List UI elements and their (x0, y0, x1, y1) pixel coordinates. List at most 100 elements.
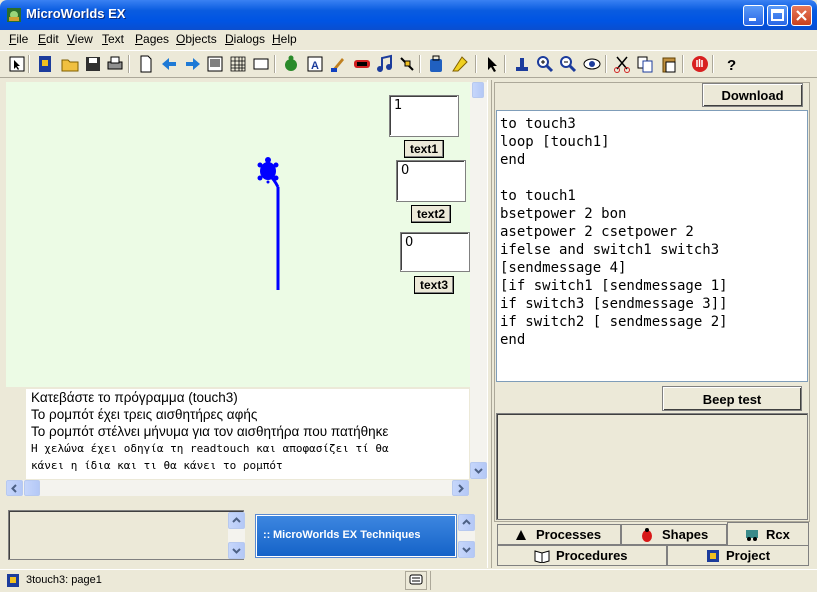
page-forward-button[interactable] (183, 54, 203, 74)
new-turtle-button[interactable] (281, 54, 301, 74)
status-panel (430, 571, 811, 590)
present-button[interactable] (205, 54, 225, 74)
new-page-button[interactable] (136, 54, 156, 74)
page-canvas[interactable]: 1 text1 0 text2 0 text3 (6, 82, 470, 387)
beep-test-button[interactable]: Beep test (662, 386, 802, 411)
print-button[interactable] (105, 54, 125, 74)
select-arrow-button[interactable] (482, 54, 502, 74)
microworlds-techniques-button[interactable]: :: MicroWorlds EX Techniques (256, 515, 456, 557)
menu-help[interactable]: Help (272, 32, 297, 46)
paint-button[interactable] (328, 54, 348, 74)
copy-button[interactable] (635, 54, 655, 74)
text-box-icon: A (307, 56, 323, 72)
text3-box[interactable]: 0 (400, 232, 470, 272)
command-center-line: Κατεβάστε το πρόγραμμα (touch3) (31, 390, 238, 405)
rcx-lower-pane (496, 413, 808, 520)
button-tool-button[interactable] (352, 54, 372, 74)
toolbar-separator (504, 55, 506, 73)
menu-edit[interactable]: Edit (38, 32, 59, 46)
page-horizontal-scrollbar[interactable] (6, 480, 469, 496)
text-box-button[interactable]: A (305, 54, 325, 74)
project-button[interactable] (35, 54, 55, 74)
save-button[interactable] (83, 54, 103, 74)
hatch-button[interactable] (450, 54, 470, 74)
download-button[interactable]: Download (702, 83, 803, 107)
scroll-right-button[interactable] (452, 480, 469, 496)
menu-label-rest: ialogs (233, 32, 266, 46)
fullscreen-button[interactable] (251, 54, 271, 74)
toolbar-separator (605, 55, 607, 73)
scroll-thumb-horizontal[interactable] (24, 480, 40, 496)
zoom-out-button[interactable] (558, 54, 578, 74)
paste-button[interactable] (659, 54, 679, 74)
stamp-icon (516, 58, 528, 71)
techniques-scrollbar[interactable] (458, 514, 475, 558)
page-back-button[interactable] (159, 54, 179, 74)
text1-label[interactable]: text1 (404, 140, 444, 158)
open-folder-icon (61, 59, 79, 72)
minimize-button[interactable] (743, 5, 764, 26)
command-center[interactable]: Κατεβάστε το πρόγραμμα (touch3) Το ρομπό… (26, 389, 469, 479)
chevron-up-icon (232, 517, 241, 523)
scroll-up-button[interactable] (458, 514, 475, 531)
pane-splitter[interactable] (487, 80, 492, 568)
chevron-up-icon (462, 519, 471, 525)
zoom-in-button[interactable] (535, 54, 555, 74)
help-button[interactable]: ? (721, 54, 741, 74)
maximize-button[interactable] (767, 5, 788, 26)
scroll-down-button[interactable] (228, 542, 245, 559)
menu-view[interactable]: View (67, 32, 93, 46)
open-folder-button[interactable] (60, 54, 80, 74)
scroll-left-button[interactable] (6, 480, 23, 496)
music-button[interactable] (375, 54, 395, 74)
select-arrow-icon (488, 57, 497, 72)
scroll-down-button[interactable] (458, 541, 475, 558)
pointer-small-button[interactable] (7, 54, 27, 74)
menu-text[interactable]: Text (102, 32, 124, 46)
menu-pages[interactable]: Pages (135, 32, 169, 46)
tab-rcx[interactable]: Rcx (727, 522, 809, 545)
command-center-toggle[interactable] (405, 571, 427, 590)
microworlds-app-icon (7, 8, 21, 22)
pointer-small-icon (9, 56, 25, 72)
zoom-in-icon (537, 56, 554, 73)
toolbar-separator (682, 55, 684, 73)
text2-label[interactable]: text2 (411, 205, 451, 223)
tab-procedures-label: Procedures (556, 548, 628, 563)
scroll-down-button[interactable] (470, 462, 487, 479)
toolbar-separator (419, 55, 421, 73)
procedures-editor[interactable]: to touch3 loop [touch1] end to touch1 bs… (496, 110, 808, 382)
stop-button[interactable] (690, 54, 710, 74)
tab-procedures[interactable]: Procedures (497, 545, 667, 566)
grid-icon (230, 56, 246, 72)
svg-text:A: A (311, 60, 319, 72)
menu-objects[interactable]: Objects (176, 32, 217, 46)
tab-shapes[interactable]: Shapes (621, 524, 727, 545)
close-button[interactable] (791, 5, 812, 26)
tab-processes[interactable]: Processes (497, 524, 621, 545)
slider-button[interactable] (397, 54, 417, 74)
chevron-down-icon (232, 548, 241, 554)
text2-box[interactable]: 0 (396, 160, 466, 202)
backpack-button[interactable] (426, 54, 446, 74)
paste-icon (662, 57, 676, 73)
techniques-label: MicroWorlds EX Techniques (273, 529, 421, 541)
cut-button[interactable] (612, 54, 632, 74)
bottom-left-scrollbar[interactable] (228, 512, 245, 559)
scroll-thumb[interactable] (472, 82, 484, 98)
chevron-down-icon (462, 547, 471, 553)
eye-button[interactable] (582, 54, 602, 74)
present-icon (207, 56, 223, 72)
text3-label[interactable]: text3 (414, 276, 454, 294)
tab-project[interactable]: Project (667, 545, 809, 566)
menu-dialogs[interactable]: Dialogs (225, 32, 265, 46)
page-vertical-scrollbar[interactable] (470, 82, 487, 479)
stamp-button[interactable] (512, 54, 532, 74)
turtle-icon[interactable] (256, 155, 282, 185)
project-icon (707, 550, 719, 562)
scroll-up-button[interactable] (228, 512, 245, 529)
title-bar[interactable]: MicroWorlds EX (0, 0, 817, 30)
grid-button[interactable] (228, 54, 248, 74)
text1-box[interactable]: 1 (389, 95, 459, 137)
menu-file[interactable]: File (9, 32, 28, 46)
